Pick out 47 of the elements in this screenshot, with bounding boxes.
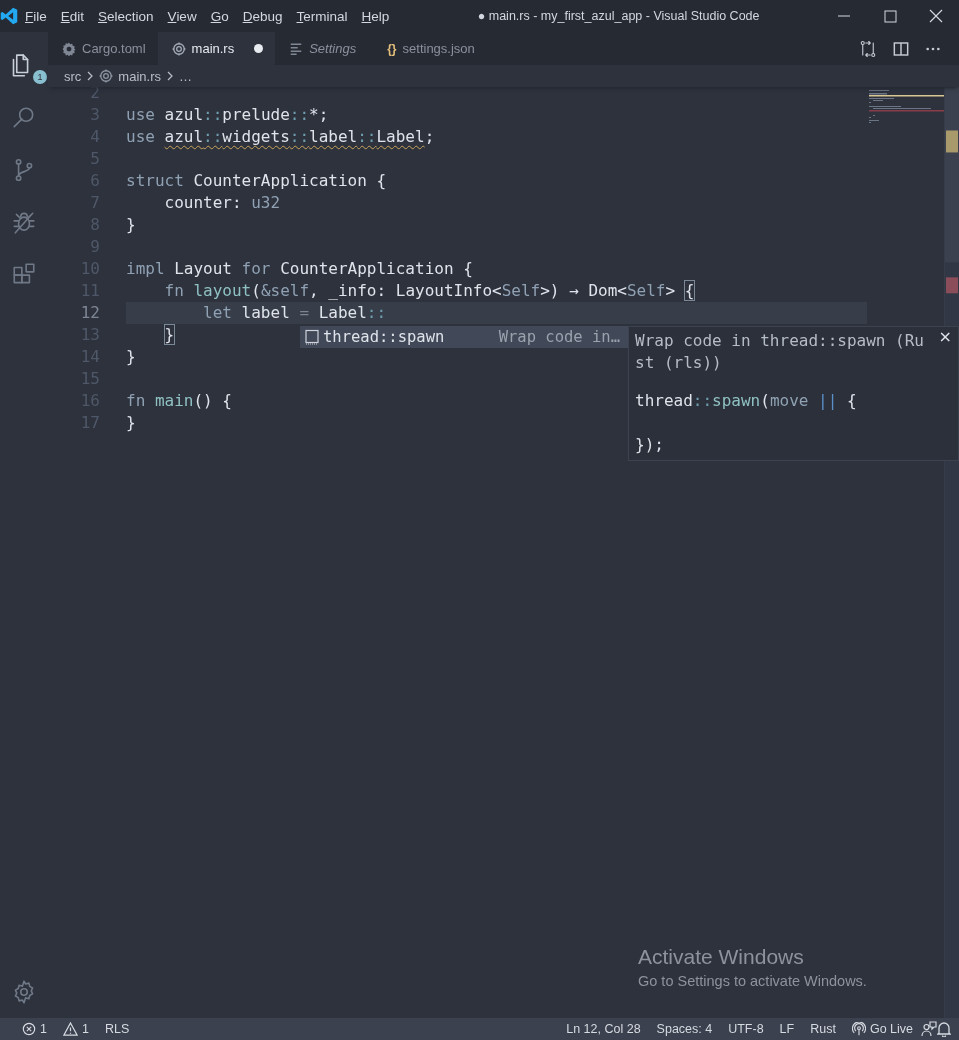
code-line: counter: u32: [163, 192, 281, 214]
code-line: }: [126, 346, 136, 368]
code-line: use azul::widgets::label::Label;: [126, 126, 435, 148]
code-line: use azul::prelude::*;: [126, 104, 329, 126]
status-item[interactable]: Go Live: [843, 1022, 921, 1036]
menu-item[interactable]: Terminal: [289, 8, 355, 24]
code-line: }: [126, 412, 136, 434]
status-item[interactable]: 1: [14, 1022, 55, 1036]
menu-item[interactable]: View: [160, 8, 204, 24]
code-line: fn layout(&self, _info: LayoutInfo<Self>) → Dom<Self> {: [163, 280, 695, 302]
editor-tab[interactable]: main.rs: [157, 32, 276, 65]
breadcrumb-item[interactable]: main.rs: [118, 68, 161, 84]
code-line: thread::spawn(move || {: [635, 390, 858, 412]
menu-item[interactable]: Edit: [53, 8, 92, 24]
editor-tab[interactable]: Cargo.toml: [48, 32, 158, 65]
editor-tab[interactable]: {} settings.json: [373, 32, 487, 65]
code-line: fn main() {: [126, 390, 232, 412]
menu-item[interactable]: Help: [354, 8, 397, 24]
editor-tab[interactable]: Settings: [275, 32, 374, 65]
suggestion-item[interactable]: thread::spawn Wrap code in…: [300, 326, 628, 348]
line-number: 12: [79, 302, 100, 324]
code-line: });: [635, 434, 665, 456]
status-item[interactable]: LF: [771, 1022, 803, 1036]
menu-item[interactable]: Debug: [235, 8, 290, 24]
status-item[interactable]: Ln 12, Col 28: [558, 1022, 649, 1036]
status-item[interactable]: Spaces: 4: [648, 1022, 721, 1036]
code-line: let label = Label::: [202, 302, 387, 324]
code-line: struct CounterApplication {: [126, 170, 387, 192]
menu-item[interactable]: File: [18, 8, 54, 24]
breadcrumb-item[interactable]: src: [64, 68, 82, 84]
notice-title: Activate Windows: [638, 945, 805, 969]
close-button[interactable]: ×: [938, 327, 952, 346]
status-item[interactable]: 1: [54, 1022, 97, 1036]
braces-icon: {}: [387, 41, 397, 56]
status-item[interactable]: RLS: [96, 1022, 138, 1036]
breadcrumb-item[interactable]: …: [178, 68, 192, 84]
menu-item[interactable]: Go: [203, 8, 236, 24]
window-title: ● main.rs - my_first_azul_app - Visual Studio Code: [476, 9, 761, 23]
count-badge: 1: [33, 70, 47, 84]
status-item[interactable]: UTF-8: [720, 1022, 772, 1036]
notice-text: Go to Settings to activate Windows.: [638, 973, 867, 989]
menu-item[interactable]: Selection: [91, 8, 161, 24]
code-line: impl Layout for CounterApplication {: [126, 258, 473, 280]
docs-title: Wrap code in thread::spawn (Rust (rls)): [635, 330, 924, 374]
code-line: }: [126, 214, 136, 236]
status-item[interactable]: Rust: [802, 1022, 844, 1036]
code-line: }: [163, 324, 175, 346]
